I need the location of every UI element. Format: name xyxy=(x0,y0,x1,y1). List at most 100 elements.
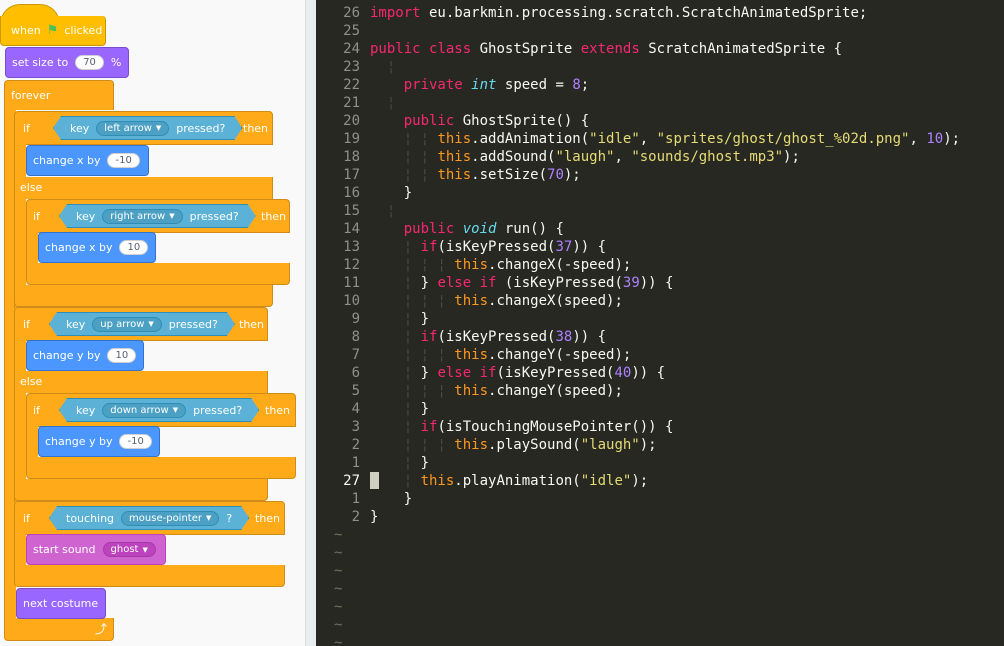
line-number: 1 xyxy=(351,455,360,471)
start-sound-block[interactable]: start sound ghost ▼ xyxy=(26,534,166,565)
key-dropdown-left[interactable]: left arrow ▼ xyxy=(96,121,169,136)
touching-dropdown[interactable]: mouse-pointer ▼ xyxy=(121,511,219,526)
loop-arrow-icon: ⤴ xyxy=(94,622,107,636)
code-line[interactable]: 3 ¦ if(isTouchingMousePointer()) { xyxy=(316,418,1004,436)
green-flag-icon: ⚑ xyxy=(46,23,59,38)
touching-label: touching xyxy=(66,511,115,525)
line-number: 7 xyxy=(351,347,360,363)
pane-divider[interactable] xyxy=(305,0,316,646)
line-number: 2 xyxy=(351,437,360,453)
key-pressed-block-down[interactable]: key down arrow ▼ pressed? xyxy=(59,398,259,422)
key-pressed-block-left[interactable]: key left arrow ▼ pressed? xyxy=(53,116,242,140)
if-else-block-1[interactable]: if key left arrow ▼ pressed? then xyxy=(14,111,273,145)
key-option: left arrow xyxy=(104,122,152,134)
touching-block[interactable]: touching mouse-pointer ▼ ? xyxy=(49,506,249,530)
code-line[interactable]: 17 ¦ ¦ this.setSize(70); xyxy=(316,166,1004,184)
code-line[interactable]: 26 import eu.barkmin.processing.scratch.S… xyxy=(316,4,1004,22)
code-line[interactable]: 2 ¦ ¦ ¦ this.playSound("laugh"); xyxy=(316,436,1004,454)
code-text: public GhostSprite() { xyxy=(403,113,590,129)
code-line[interactable]: 25 xyxy=(316,22,1004,40)
code-text: ¦ } xyxy=(370,401,430,417)
code-line[interactable]: 7 ¦ ¦ ¦ this.changeY(-speed); xyxy=(316,346,1004,364)
next-costume-block[interactable]: next costume xyxy=(16,588,106,619)
code-line[interactable]: 20 public GhostSprite() { xyxy=(316,112,1004,130)
if-else-block-3[interactable]: if key up arrow ▼ pressed? then xyxy=(14,307,268,341)
code-line[interactable]: 27 ¦ this.playAnimation("idle"); xyxy=(316,472,1004,490)
sound-dropdown[interactable]: ghost ▼ xyxy=(102,542,156,557)
line-number: 6 xyxy=(351,365,360,381)
if-label: if xyxy=(33,210,40,223)
code-editor[interactable]: 26 import eu.barkmin.processing.scratch.S… xyxy=(316,0,1004,646)
code-text: } xyxy=(370,491,413,507)
line-number: 24 xyxy=(343,41,360,57)
size-value-input[interactable]: 70 xyxy=(75,55,104,70)
code-line[interactable]: 16 } xyxy=(316,184,1004,202)
key-dropdown-right[interactable]: right arrow ▼ xyxy=(102,209,182,224)
line-number: 12 xyxy=(343,257,360,273)
line-number: 26 xyxy=(343,5,360,21)
change-x-value[interactable]: -10 xyxy=(107,153,140,168)
change-x-value[interactable]: 10 xyxy=(119,240,149,255)
change-x-block-1[interactable]: change x by -10 xyxy=(26,145,149,176)
code-line[interactable]: 2} xyxy=(316,508,1004,526)
chevron-down-icon: ▼ xyxy=(169,212,175,220)
if3-arm xyxy=(14,340,26,374)
line-number: 27 xyxy=(343,473,360,489)
key-pressed-block-right[interactable]: key right arrow ▼ pressed? xyxy=(59,204,256,228)
code-line[interactable]: 1 } xyxy=(316,490,1004,508)
if-block-4[interactable]: if key down arrow ▼ pressed? then xyxy=(26,393,296,427)
forever-block[interactable]: forever xyxy=(4,80,114,110)
code-line[interactable]: 5 ¦ ¦ ¦ this.changeY(speed); xyxy=(316,382,1004,400)
code-text: import eu.barkmin.processing.scratch.Scr… xyxy=(370,5,868,21)
code-line[interactable]: 18 ¦ ¦ this.addSound("laugh", "sounds/gh… xyxy=(316,148,1004,166)
key-dropdown-down[interactable]: down arrow ▼ xyxy=(102,403,186,418)
code-text: ¦ ¦ this.addSound("laugh", "sounds/ghost… xyxy=(370,149,800,165)
line-number: 4 xyxy=(351,401,360,417)
change-y-block-3[interactable]: change y by 10 xyxy=(26,340,144,371)
line-number: 1 xyxy=(351,491,360,507)
code-text: ¦ ¦ ¦ this.playSound("laugh"); xyxy=(370,437,657,453)
code-line[interactable]: 8 ¦ if(isKeyPressed(38)) { xyxy=(316,328,1004,346)
key-option: right arrow xyxy=(110,210,166,222)
code-text: ¦ if(isKeyPressed(37)) { xyxy=(370,239,607,255)
code-line[interactable]: 22 private int speed = 8; xyxy=(316,76,1004,94)
change-y-block-4[interactable]: change y by -10 xyxy=(38,426,160,457)
code-line[interactable]: 6 ¦ } else if(isKeyPressed(40)) { xyxy=(316,364,1004,382)
code-line[interactable]: 19 ¦ ¦ this.addAnimation("idle", "sprite… xyxy=(316,130,1004,148)
if2-footer xyxy=(26,263,290,285)
code-text: ¦ ¦ this.setSize(70); xyxy=(370,167,581,183)
code-text: ¦ ¦ this.addAnimation("idle", "sprites/g… xyxy=(370,131,961,147)
set-size-block[interactable]: set size to 70 % xyxy=(5,47,129,78)
change-y-value[interactable]: 10 xyxy=(107,348,137,363)
change-x-block-2[interactable]: change x by 10 xyxy=(38,232,156,263)
code-text: } xyxy=(370,509,379,525)
change-y-value[interactable]: -10 xyxy=(119,434,152,449)
code-line[interactable]: 12 ¦ ¦ ¦ this.changeX(-speed); xyxy=(316,256,1004,274)
code-line[interactable]: 4 ¦ } xyxy=(316,400,1004,418)
key-dropdown-up[interactable]: up arrow ▼ xyxy=(92,317,162,332)
code-line[interactable]: 24 public class GhostSprite extends Scrat… xyxy=(316,40,1004,58)
key-pressed-block-up[interactable]: key up arrow ▼ pressed? xyxy=(49,312,235,336)
code-line[interactable]: 23 ¦ xyxy=(316,58,1004,76)
if-block-5[interactable]: if touching mouse-pointer ▼ ? then xyxy=(14,501,285,535)
line-number: 17 xyxy=(343,167,360,183)
code-line[interactable]: 9 ¦ } xyxy=(316,310,1004,328)
code-line[interactable]: 1 ¦ } xyxy=(316,454,1004,472)
if2-arm xyxy=(26,232,38,264)
line-number: 8 xyxy=(351,329,360,345)
line-number: 23 xyxy=(343,59,360,75)
code-text: ¦ ¦ ¦ this.changeY(-speed); xyxy=(370,347,632,363)
code-line[interactable]: 21 ¦ xyxy=(316,94,1004,112)
code-line[interactable]: 13 ¦ if(isKeyPressed(37)) { xyxy=(316,238,1004,256)
line-number: 13 xyxy=(343,239,360,255)
start-sound-label: start sound xyxy=(33,543,96,556)
line-number: 22 xyxy=(343,77,360,93)
code-line[interactable]: 10 ¦ ¦ ¦ this.changeX(speed); xyxy=(316,292,1004,310)
code-line[interactable]: 15 ¦ xyxy=(316,202,1004,220)
code-line[interactable]: 14 public void run() { xyxy=(316,220,1004,238)
line-number: 14 xyxy=(343,221,360,237)
if-block-2[interactable]: if key right arrow ▼ pressed? then xyxy=(26,199,290,233)
then-label: then xyxy=(261,210,287,223)
if4-footer xyxy=(26,457,296,479)
code-line[interactable]: 11 ¦ } else if (isKeyPressed(39)) { xyxy=(316,274,1004,292)
